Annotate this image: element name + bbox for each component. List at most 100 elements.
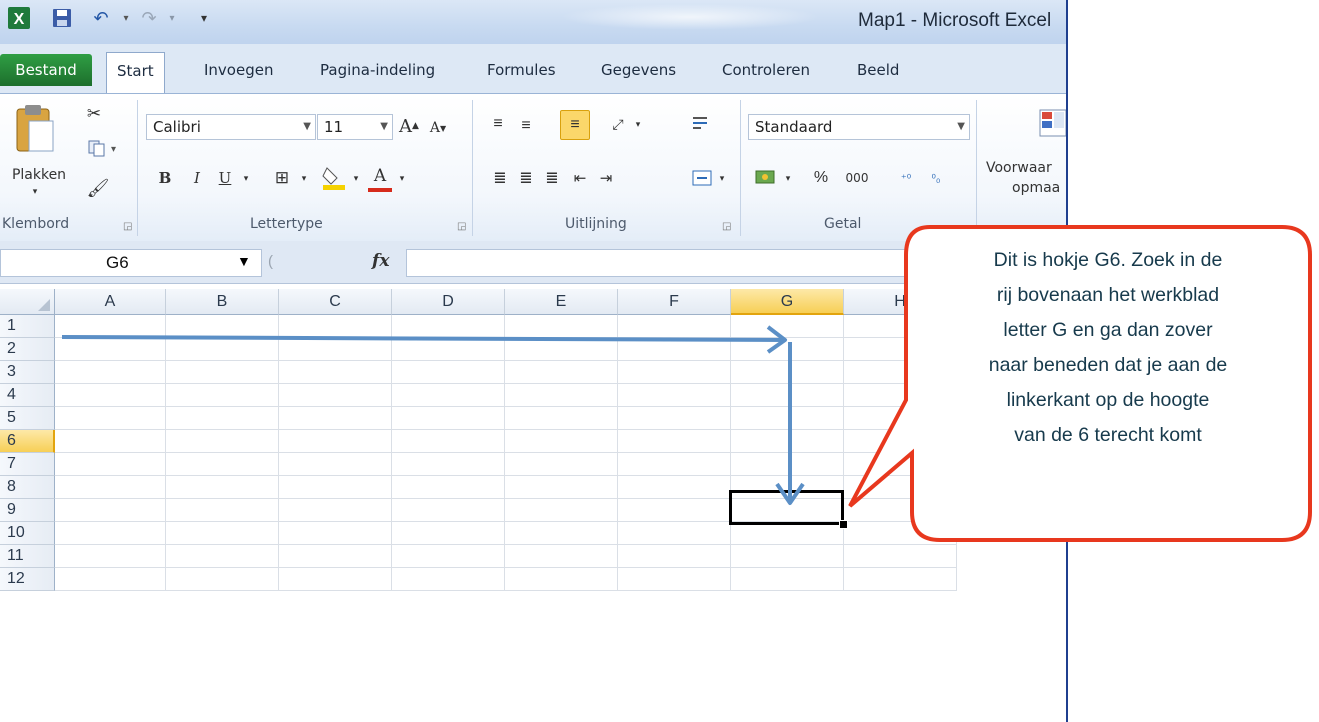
cell-d12[interactable]	[392, 568, 505, 591]
cell-e10[interactable]	[505, 522, 618, 545]
copy-icon[interactable]: ▾	[82, 136, 122, 160]
cell-e5[interactable]	[505, 407, 618, 430]
cell-f9[interactable]	[618, 499, 731, 522]
cell-f7[interactable]	[618, 453, 731, 476]
cell-b6[interactable]	[166, 430, 279, 453]
thousands-button[interactable]: 000	[840, 166, 874, 190]
row-header-10[interactable]: 10	[0, 522, 55, 545]
grow-font-button[interactable]: A ▲	[398, 114, 420, 138]
cell-a6[interactable]	[55, 430, 166, 453]
insert-function-button[interactable]: fx	[372, 251, 389, 271]
increase-indent-icon[interactable]: ⇥	[594, 166, 618, 190]
chevron-down-icon[interactable]: ▾	[396, 168, 408, 188]
chevron-down-icon[interactable]: ▾	[632, 114, 644, 134]
select-all-corner[interactable]	[0, 289, 55, 315]
align-left-icon[interactable]: ≣	[488, 166, 512, 190]
cell-d10[interactable]	[392, 522, 505, 545]
cell-g12[interactable]	[731, 568, 844, 591]
tab-beeld[interactable]: Beeld	[857, 56, 899, 84]
cell-g4[interactable]	[731, 384, 844, 407]
paste-icon[interactable]	[8, 100, 62, 158]
decrease-indent-icon[interactable]: ⇤	[568, 166, 592, 190]
cell-a5[interactable]	[55, 407, 166, 430]
cell-h1[interactable]	[844, 315, 957, 338]
redo-icon[interactable]: ↷	[134, 4, 164, 32]
font-name-combo[interactable]: Calibri ▼	[146, 114, 316, 140]
cell-c4[interactable]	[279, 384, 392, 407]
cell-h2[interactable]	[844, 338, 957, 361]
cell-f3[interactable]	[618, 361, 731, 384]
cell-a11[interactable]	[55, 545, 166, 568]
cell-c2[interactable]	[279, 338, 392, 361]
percent-button[interactable]: %	[810, 166, 832, 190]
cell-a12[interactable]	[55, 568, 166, 591]
cell-c11[interactable]	[279, 545, 392, 568]
paste-button[interactable]: Plakken	[4, 164, 74, 186]
cell-e1[interactable]	[505, 315, 618, 338]
cell-f4[interactable]	[618, 384, 731, 407]
row-header-2[interactable]: 2	[0, 338, 55, 361]
cell-a10[interactable]	[55, 522, 166, 545]
cell-f11[interactable]	[618, 545, 731, 568]
clipboard-launcher-icon[interactable]: ◲	[123, 221, 132, 232]
cell-h12[interactable]	[844, 568, 957, 591]
decrease-decimal-icon[interactable]: ⁰₀	[922, 166, 950, 190]
cell-b12[interactable]	[166, 568, 279, 591]
cell-e4[interactable]	[505, 384, 618, 407]
borders-icon[interactable]: ⊞	[270, 166, 294, 190]
align-right-icon[interactable]: ≣	[540, 166, 564, 190]
row-header-12[interactable]: 12	[0, 568, 55, 591]
cell-e3[interactable]	[505, 361, 618, 384]
cell-b3[interactable]	[166, 361, 279, 384]
excel-icon[interactable]: X	[6, 4, 32, 32]
font-launcher-icon[interactable]: ◲	[457, 221, 466, 232]
cell-d2[interactable]	[392, 338, 505, 361]
font-color-button[interactable]: A	[368, 164, 392, 192]
cell-g2[interactable]	[731, 338, 844, 361]
font-size-combo[interactable]: 11 ▼	[317, 114, 393, 140]
cell-c9[interactable]	[279, 499, 392, 522]
cell-h6[interactable]	[844, 430, 957, 453]
cell-h4[interactable]	[844, 384, 957, 407]
row-header-4[interactable]: 4	[0, 384, 55, 407]
undo-icon[interactable]: ↶	[86, 4, 116, 32]
cell-d3[interactable]	[392, 361, 505, 384]
row-header-11[interactable]: 11	[0, 545, 55, 568]
cell-b4[interactable]	[166, 384, 279, 407]
formula-bar-handle-icon[interactable]: (	[268, 253, 273, 270]
cell-f2[interactable]	[618, 338, 731, 361]
row-header-5[interactable]: 5	[0, 407, 55, 430]
cell-g6[interactable]	[731, 430, 844, 453]
cell-f12[interactable]	[618, 568, 731, 591]
selected-cell-g6[interactable]	[729, 490, 844, 525]
conditional-formatting-label-1[interactable]: Voorwaar	[986, 158, 1066, 178]
cell-g11[interactable]	[731, 545, 844, 568]
underline-button[interactable]: U	[214, 166, 236, 190]
cell-b7[interactable]	[166, 453, 279, 476]
formula-input[interactable]	[406, 249, 1066, 277]
cell-h10[interactable]	[844, 522, 957, 545]
column-header-b[interactable]: B	[166, 289, 279, 315]
cell-f1[interactable]	[618, 315, 731, 338]
cell-a4[interactable]	[55, 384, 166, 407]
row-header-3[interactable]: 3	[0, 361, 55, 384]
save-icon[interactable]	[48, 4, 76, 32]
paste-dropdown-icon[interactable]: ▾	[28, 184, 42, 198]
cell-a9[interactable]	[55, 499, 166, 522]
tab-pagina-indeling[interactable]: Pagina-indeling	[320, 56, 435, 84]
cell-f5[interactable]	[618, 407, 731, 430]
cell-g5[interactable]	[731, 407, 844, 430]
row-header-8[interactable]: 8	[0, 476, 55, 499]
cell-d1[interactable]	[392, 315, 505, 338]
cell-b9[interactable]	[166, 499, 279, 522]
row-header-7[interactable]: 7	[0, 453, 55, 476]
column-header-h[interactable]: H	[844, 289, 957, 315]
redo-dropdown-icon[interactable]: ▾	[164, 4, 180, 32]
column-header-a[interactable]: A	[55, 289, 166, 315]
row-header-9[interactable]: 9	[0, 499, 55, 522]
chevron-down-icon[interactable]: ▾	[350, 168, 362, 188]
cell-c10[interactable]	[279, 522, 392, 545]
cell-h9[interactable]	[844, 499, 957, 522]
cell-h8[interactable]	[844, 476, 957, 499]
cell-g10[interactable]	[731, 522, 844, 545]
